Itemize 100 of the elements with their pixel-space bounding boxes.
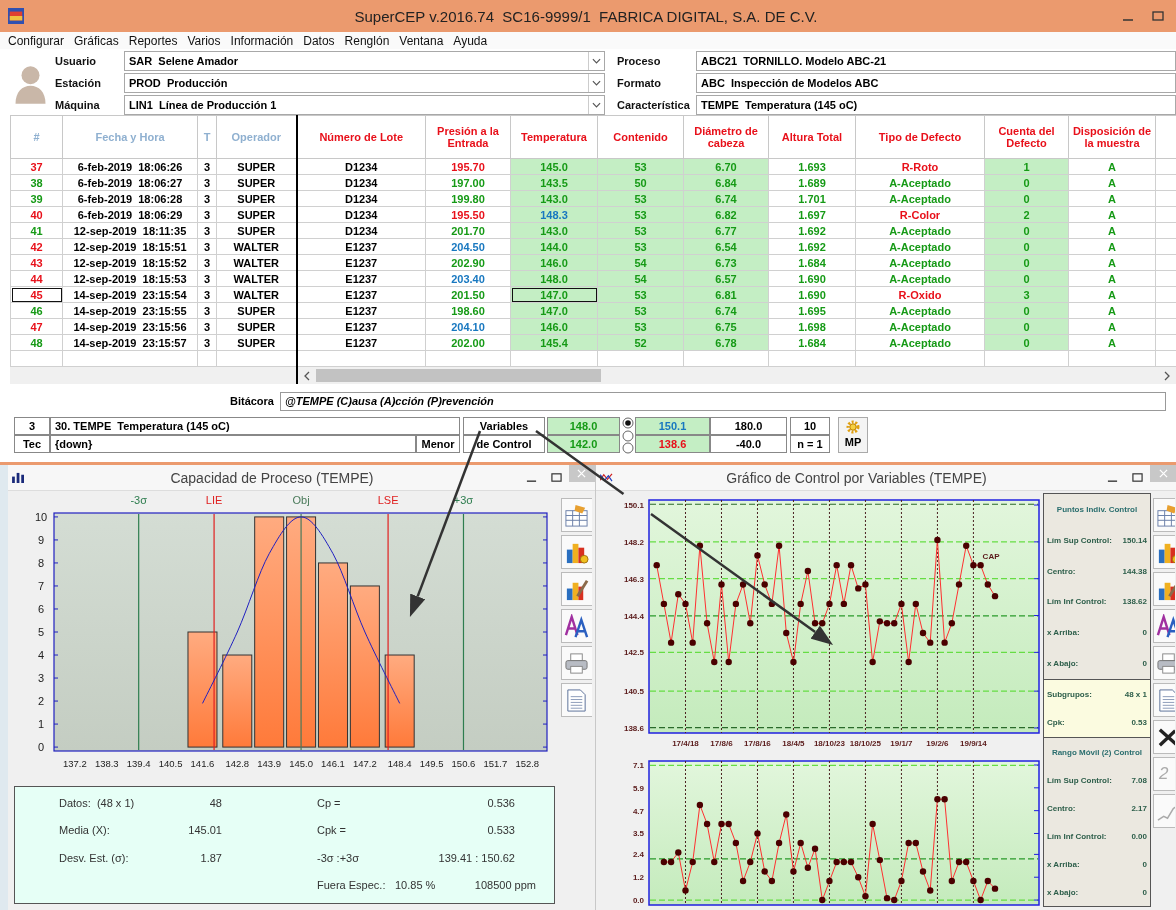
data-point: [948, 877, 955, 885]
table-cell: A: [1068, 286, 1156, 303]
data-point: [675, 591, 682, 598]
tick-label: 5.9: [632, 783, 644, 793]
menu-item[interactable]: Configurar: [8, 33, 65, 48]
close-button[interactable]: [569, 465, 595, 482]
menu-item[interactable]: Gráficas: [74, 33, 119, 48]
row-number[interactable]: 43: [10, 254, 63, 271]
row-number[interactable]: 46: [10, 302, 63, 319]
table-cell: 3: [197, 270, 217, 287]
column-header[interactable]: Tipo de Defecto: [855, 115, 985, 159]
text-field[interactable]: ABC21 TORNILLO. Modelo ABC-21: [696, 51, 1176, 71]
maximize-icon[interactable]: [1152, 10, 1164, 22]
table-cell: E1237: [296, 318, 426, 335]
tick-label: 147.2: [352, 758, 377, 769]
dropdown-field[interactable]: LIN1 Línea de Producción 1: [124, 95, 605, 115]
row-number[interactable]: 38: [10, 174, 63, 191]
horizontal-scrollbar[interactable]: [298, 367, 1176, 384]
table-cell: E1237: [296, 254, 426, 271]
table-cell: E1237: [296, 302, 426, 319]
table-cell: A: [1068, 334, 1156, 351]
row-number[interactable]: 42: [10, 238, 63, 255]
toolbar-button[interactable]: [1153, 720, 1175, 754]
table-cell: 14-sep-2019 23:15:55: [62, 302, 198, 319]
row-number[interactable]: 37: [10, 158, 63, 175]
bar-chart-icon: [12, 472, 25, 483]
radio-button[interactable]: [621, 429, 634, 442]
column-header[interactable]: Diámetro de cabeza: [683, 115, 769, 159]
stat-label: Lím Inf Control:: [1047, 597, 1107, 607]
table-cell: 1.692: [768, 238, 856, 255]
tick-label: 150.1: [623, 501, 644, 511]
maximize-icon[interactable]: [1132, 472, 1143, 483]
column-header[interactable]: Presión a la Entrada: [425, 115, 511, 159]
field-label: Característica: [617, 99, 691, 111]
stat-value: 0.536: [486, 796, 515, 809]
menu-item[interactable]: Renglón: [344, 33, 390, 48]
tick-label: 140.5: [158, 758, 183, 769]
scroll-right-icon[interactable]: [1163, 370, 1171, 381]
unit-label: Menor: [416, 435, 460, 453]
data-point: [948, 620, 955, 627]
radio-button[interactable]: [621, 442, 634, 454]
printer-icon: [564, 650, 590, 676]
limit-value: 142.0: [547, 435, 620, 453]
text-field[interactable]: ABC Inspección de Modelos ABC: [696, 73, 1176, 93]
tick-label: 0.0: [632, 896, 644, 906]
stat-value: 0.53: [1131, 718, 1147, 728]
data-point: [855, 874, 862, 881]
table-cell: A: [1068, 206, 1156, 223]
column-header[interactable]: Altura Total: [768, 115, 856, 159]
scroll-left-icon[interactable]: [303, 370, 311, 381]
scrollbar-thumb[interactable]: [316, 369, 601, 382]
limit-value: 10: [790, 417, 830, 435]
table-cell: A: [1068, 190, 1156, 207]
data-point: [790, 868, 797, 875]
row-number[interactable]: 41: [10, 222, 63, 239]
dropdown-field[interactable]: PROD Producción: [124, 73, 605, 93]
column-header[interactable]: Contenido: [597, 115, 684, 159]
menu-item[interactable]: Reportes: [128, 33, 178, 48]
tick-label: 0: [37, 741, 45, 754]
menu-item[interactable]: Ayuda: [453, 33, 488, 48]
radio-button[interactable]: [621, 417, 634, 429]
dropdown-field[interactable]: SAR Selene Amador: [124, 51, 605, 71]
column-header[interactable]: Número de Lote: [296, 115, 426, 159]
limit-label: Obj: [292, 494, 310, 506]
column-header[interactable]: Temperatura: [510, 115, 598, 159]
mp-button[interactable]: MP: [838, 417, 868, 453]
stat-value: 0: [1142, 887, 1147, 897]
column-header[interactable]: Disposición de la muestra: [1068, 115, 1156, 159]
limit-value: 148.0: [547, 417, 620, 435]
tick-label: 149.5: [419, 758, 444, 769]
column-header[interactable]: Cuenta del Defecto: [984, 115, 1069, 159]
row-number[interactable]: 48: [10, 334, 63, 351]
row-number[interactable]: 47: [10, 318, 63, 335]
row-number[interactable]: 40: [10, 206, 63, 223]
table-cell: A: [1068, 238, 1156, 255]
data-point: [934, 536, 941, 544]
chart-type-label: de Control: [463, 435, 545, 453]
window-title: Capacidad de Proceso (TEMPE): [169, 469, 375, 486]
maximize-icon[interactable]: [551, 472, 562, 483]
data-point: [711, 658, 718, 666]
data-point: [761, 581, 768, 588]
tick-label: 151.7: [483, 758, 508, 769]
field-label: Estación: [55, 77, 102, 89]
table-cell: 195.70: [425, 158, 511, 175]
row-number[interactable]: 44: [10, 270, 63, 287]
menu-item[interactable]: Información: [230, 33, 294, 48]
table-cell: 202.90: [425, 254, 511, 271]
field-label: Proceso: [617, 55, 662, 67]
text-field[interactable]: TEMPE Temperatura (145 oC): [696, 95, 1176, 115]
table-cell: SUPER: [216, 174, 297, 191]
menu-item[interactable]: Ventana: [399, 33, 444, 48]
tick-label: 142.8: [225, 758, 250, 769]
menu-item[interactable]: Datos: [303, 33, 335, 48]
row-number[interactable]: 39: [10, 190, 63, 207]
menu-item[interactable]: Varios: [187, 33, 221, 48]
limit-label: +3σ: [453, 494, 474, 506]
stat-value: 2.17: [1131, 803, 1147, 813]
stat-value: 0: [1142, 628, 1147, 638]
log-field[interactable]: @TEMPE (C)ausa (A)cción (P)revención: [280, 391, 1166, 411]
row-number[interactable]: 45: [10, 286, 63, 303]
